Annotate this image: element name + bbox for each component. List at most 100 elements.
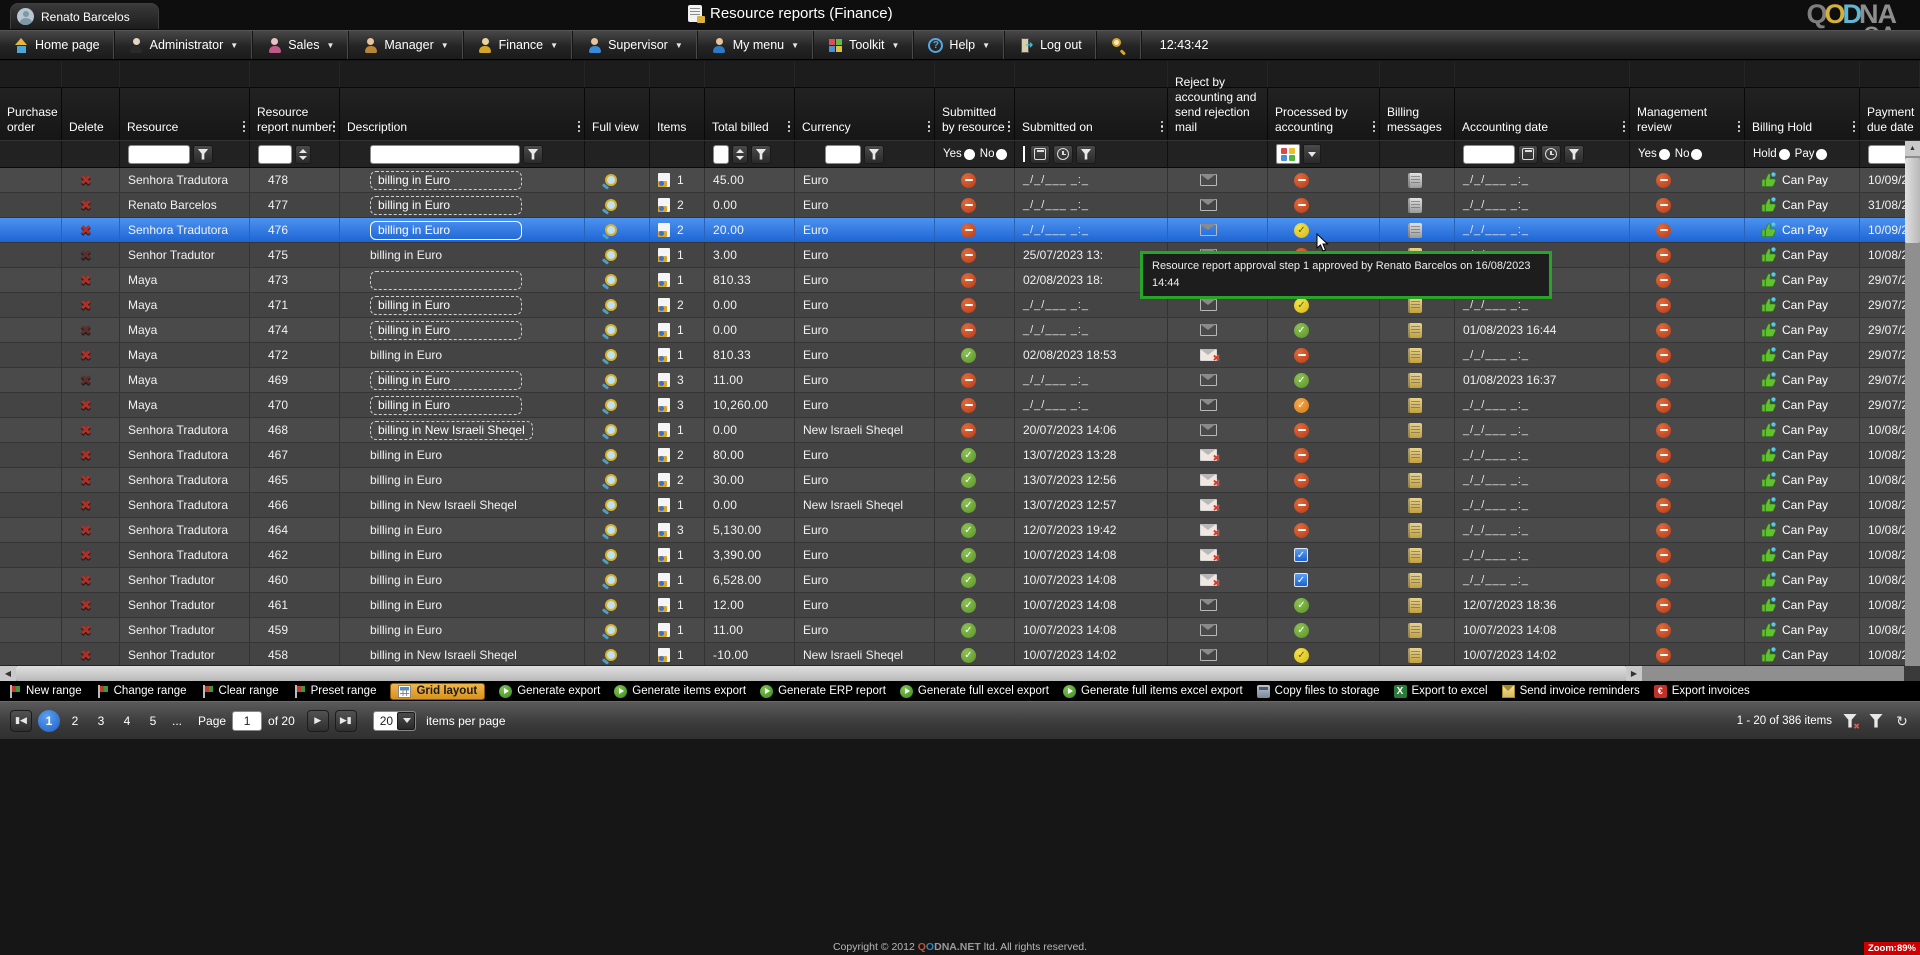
column-menu-icon[interactable] [788, 121, 791, 133]
search-button[interactable] [1097, 31, 1142, 59]
page-number-5[interactable]: 5 [142, 710, 164, 732]
description-filter-input[interactable] [370, 145, 520, 164]
submitted-yes-icon[interactable] [961, 548, 976, 563]
column-header-processed[interactable]: Processed by accounting [1268, 88, 1380, 140]
processed-status-icon[interactable] [1294, 198, 1309, 213]
table-row[interactable]: ✖Senhora Tradutora465billing in Euro230.… [0, 468, 1920, 493]
column-header-billing_hold[interactable]: Billing Hold [1745, 88, 1860, 140]
processed-status-icon[interactable] [1294, 423, 1309, 438]
processed-status-icon[interactable] [1294, 598, 1309, 613]
table-row[interactable]: ✖Senhor Tradutor475billing in Euro13.00E… [0, 243, 1920, 268]
description-editbox[interactable]: billing in Euro [370, 171, 522, 190]
can-pay-thumb-icon[interactable]: 0 [1761, 197, 1777, 213]
billing-messages-icon[interactable] [1408, 623, 1422, 638]
management-review-icon[interactable] [1656, 423, 1671, 438]
not-submitted-icon[interactable] [961, 198, 976, 213]
management-review-icon[interactable] [1656, 548, 1671, 563]
magnifier-icon[interactable] [605, 374, 617, 386]
management-review-icon[interactable] [1656, 198, 1671, 213]
hold-radio[interactable] [1779, 149, 1790, 160]
items-doc-icon[interactable] [658, 198, 670, 212]
mail-icon[interactable] [1200, 649, 1217, 661]
delete-icon[interactable]: ✖ [80, 572, 92, 589]
delete-icon[interactable]: ✖ [80, 297, 92, 314]
management-review-icon[interactable] [1656, 248, 1671, 263]
management-review-icon[interactable] [1656, 348, 1671, 363]
toolbar-button-grid-layout[interactable]: Grid layout [390, 683, 485, 700]
currency-filter-button[interactable] [864, 145, 884, 164]
items-doc-icon[interactable] [658, 648, 670, 662]
column-menu-icon[interactable] [1623, 121, 1626, 133]
processed-status-icon[interactable] [1294, 498, 1309, 513]
billing-messages-icon[interactable] [1408, 573, 1422, 588]
accounting-date-filter-input[interactable] [1463, 145, 1515, 164]
magnifier-icon[interactable] [605, 599, 617, 611]
processed-status-icon[interactable] [1294, 223, 1309, 238]
not-submitted-icon[interactable] [961, 173, 976, 188]
vertical-scroll-thumb[interactable] [1905, 158, 1920, 243]
billing-messages-icon[interactable] [1408, 423, 1422, 438]
toolbar-button-preset-range[interactable]: Preset range [293, 685, 377, 698]
management-review-icon[interactable] [1656, 173, 1671, 188]
column-menu-icon[interactable] [1008, 121, 1011, 133]
management-review-icon[interactable] [1656, 448, 1671, 463]
column-header-total_billed[interactable]: Total billed [705, 88, 795, 140]
billing-messages-icon[interactable] [1408, 473, 1422, 488]
can-pay-thumb-icon[interactable]: 0 [1761, 397, 1777, 413]
delete-icon[interactable]: ✖ [80, 422, 92, 439]
items-doc-icon[interactable] [658, 323, 670, 337]
first-page-button[interactable]: ▮◀ [10, 710, 32, 732]
mail-icon[interactable] [1200, 424, 1217, 436]
delete-icon[interactable]: ✖ [80, 322, 92, 339]
submitted-on-time-button[interactable] [1053, 145, 1073, 164]
page-size-select[interactable]: 20 [373, 711, 416, 731]
submitted-yes-icon[interactable] [961, 623, 976, 638]
nav-item-supervisor[interactable]: Supervisor▼ [573, 31, 698, 59]
user-badge[interactable]: Renato Barcelos [10, 3, 159, 29]
processed-status-icon[interactable] [1294, 373, 1309, 388]
can-pay-thumb-icon[interactable]: 0 [1761, 247, 1777, 263]
toolbar-button-generate-erp-report[interactable]: Generate ERP report [760, 685, 886, 698]
can-pay-thumb-icon[interactable]: 0 [1761, 597, 1777, 613]
magnifier-icon[interactable] [605, 299, 617, 311]
rejection-mail-icon[interactable] [1200, 549, 1217, 561]
magnifier-icon[interactable] [605, 199, 617, 211]
items-doc-icon[interactable] [658, 573, 670, 587]
column-header-billing_messages[interactable]: Billing messages [1380, 88, 1455, 140]
currency-filter-input[interactable] [825, 145, 861, 164]
submitted-yes-icon[interactable] [961, 348, 976, 363]
not-submitted-icon[interactable] [961, 323, 976, 338]
column-header-report_number[interactable]: Resource report number [250, 88, 340, 140]
table-row[interactable]: ✖Maya474billing in Euro10.00Euro_/_/___ … [0, 318, 1920, 343]
accounting-date-calendar-button[interactable] [1518, 145, 1538, 164]
table-row[interactable]: ✖Senhora Tradutora467billing in Euro280.… [0, 443, 1920, 468]
delete-icon[interactable]: ✖ [80, 597, 92, 614]
submitted-yes-icon[interactable] [961, 473, 976, 488]
processed-status-icon[interactable] [1294, 323, 1309, 338]
scroll-right-icon[interactable]: ▶ [1626, 666, 1642, 681]
rejection-mail-icon[interactable] [1200, 449, 1217, 461]
processed-status-icon[interactable] [1294, 573, 1308, 587]
can-pay-thumb-icon[interactable]: 0 [1761, 372, 1777, 388]
description-editbox[interactable]: billing in Euro [370, 296, 522, 315]
submitted-yes-radio[interactable] [964, 149, 975, 160]
delete-icon[interactable]: ✖ [80, 622, 92, 639]
table-row[interactable]: ✖Senhor Tradutor459billing in Euro111.00… [0, 618, 1920, 643]
horizontal-scroll-thumb[interactable] [16, 666, 1626, 681]
management-review-icon[interactable] [1656, 498, 1671, 513]
items-doc-icon[interactable] [658, 273, 670, 287]
resource-filter-input[interactable] [128, 145, 190, 164]
column-header-submitted_on[interactable]: Submitted on [1015, 88, 1168, 140]
description-editbox[interactable] [370, 271, 522, 290]
table-row[interactable]: ✖Maya472billing in Euro1810.33Euro02/08/… [0, 343, 1920, 368]
review-yes-radio[interactable] [1659, 149, 1670, 160]
can-pay-thumb-icon[interactable]: 0 [1761, 447, 1777, 463]
scroll-up-icon[interactable]: ▲ [1905, 141, 1920, 156]
management-review-icon[interactable] [1656, 323, 1671, 338]
rejection-mail-icon[interactable] [1200, 524, 1217, 536]
items-doc-icon[interactable] [658, 373, 670, 387]
delete-icon[interactable]: ✖ [80, 372, 92, 389]
total-billed-spinner[interactable] [732, 145, 748, 164]
processed-status-icon[interactable] [1294, 523, 1309, 538]
not-submitted-icon[interactable] [961, 248, 976, 263]
